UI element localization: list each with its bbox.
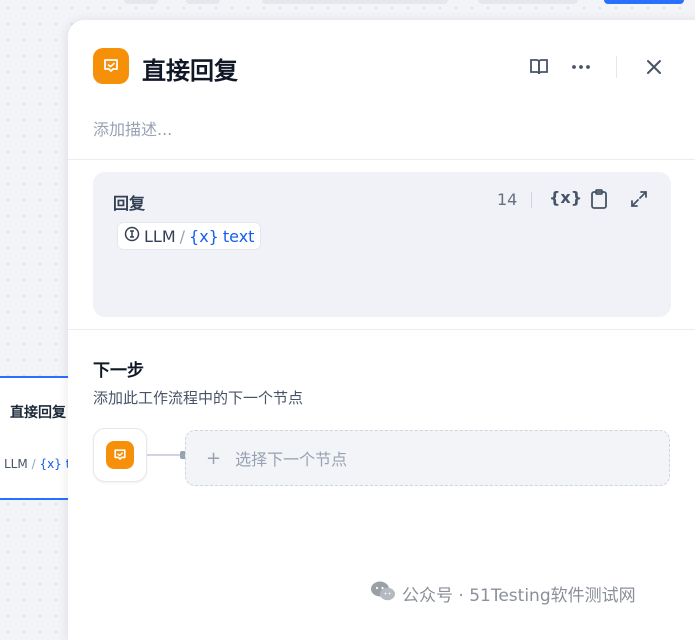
next-step-description: 添加此工作流程中的下一个节点 <box>93 389 304 407</box>
description-input[interactable]: 添加描述... <box>93 116 172 140</box>
canvas-node-chip: LLM / {x} te <box>4 457 78 471</box>
header-divider <box>616 56 617 78</box>
variable-insert-icon[interactable]: {x} <box>549 188 582 207</box>
canvas-node-source: LLM <box>4 457 28 471</box>
reply-editor[interactable]: 回复 14 {x} LLM / {x} text <box>93 172 671 317</box>
chip-var-icon: {x} <box>189 226 219 246</box>
panel-title[interactable]: 直接回复 <box>142 51 238 86</box>
clipboard-icon[interactable] <box>588 188 610 210</box>
expand-icon[interactable] <box>628 188 650 210</box>
canvas-node-separator: / <box>31 457 36 471</box>
chip-separator: / <box>179 226 186 246</box>
section-divider <box>68 329 695 330</box>
llm-icon <box>124 226 140 246</box>
book-open-icon[interactable] <box>526 54 552 80</box>
reply-label: 回复 <box>113 194 146 213</box>
section-divider <box>68 159 695 160</box>
reply-toolbar-divider <box>531 192 532 208</box>
node-connector-line <box>147 454 183 456</box>
chip-var-name: text <box>222 226 255 246</box>
select-next-node-label: 选择下一个节点 <box>235 450 348 469</box>
canvas-node-title: 直接回复 <box>10 405 66 421</box>
plus-icon: + <box>206 447 222 469</box>
canvas-toolbar-publish-stub[interactable] <box>604 0 684 4</box>
watermark-text: 公众号 · 51Testing软件测试网 <box>402 586 636 606</box>
reply-node-icon <box>106 441 134 469</box>
chip-source: LLM <box>144 226 176 246</box>
select-next-node-button[interactable]: + 选择下一个节点 <box>185 430 670 486</box>
canvas-toolbar-stub <box>124 0 158 4</box>
wechat-icon <box>370 580 396 607</box>
canvas-toolbar-stub <box>186 0 220 4</box>
node-config-panel: 直接回复 添加描述... 回复 14 {x} LLM / {x} text 下一… <box>68 20 695 640</box>
variable-chip[interactable]: LLM / {x} text <box>117 222 262 250</box>
next-step-title: 下一步 <box>93 361 144 381</box>
current-node-badge <box>93 428 147 482</box>
watermark: 公众号 · 51Testing软件测试网 <box>370 580 636 607</box>
canvas-toolbar-stub <box>478 0 578 4</box>
canvas-toolbar-stub <box>262 0 448 4</box>
reply-char-count: 14 <box>497 190 518 209</box>
reply-node-icon <box>93 48 129 84</box>
close-icon[interactable] <box>641 54 667 80</box>
more-dots-icon[interactable] <box>568 54 594 80</box>
